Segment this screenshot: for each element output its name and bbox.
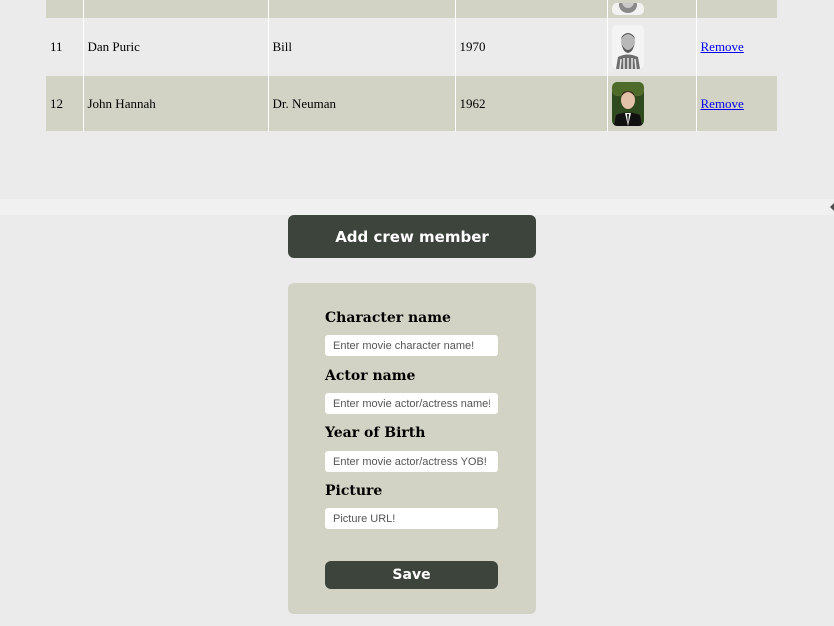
scroll-right-arrow-icon[interactable] [830, 203, 834, 211]
cell-remove: Remove [696, 76, 777, 131]
actor-photo [611, 3, 644, 15]
add-crew-member-button[interactable]: Add crew member [288, 215, 536, 258]
cell-remove: Remove [696, 18, 777, 76]
cell-id: 12 [46, 76, 84, 131]
cell-actor: Dan Puric [83, 18, 269, 76]
actor-photo [611, 81, 644, 126]
cell-picture [607, 18, 697, 76]
cell-remove [696, 0, 777, 18]
year-of-birth-input[interactable] [325, 451, 498, 472]
character-name-input[interactable] [325, 335, 498, 356]
cell-id [46, 0, 84, 18]
cell-character [268, 0, 456, 18]
table-row [46, 0, 777, 18]
cell-year: 1970 [455, 18, 608, 76]
remove-link[interactable]: Remove [701, 39, 744, 54]
save-button[interactable]: Save [325, 561, 498, 589]
actor-name-input[interactable] [325, 393, 498, 414]
table-row: 12 John Hannah Dr. Neuman 1962 Remove [46, 76, 777, 131]
cell-actor [83, 0, 269, 18]
table-row: 11 Dan Puric Bill 1970 Remove [46, 18, 777, 76]
crew-table: 11 Dan Puric Bill 1970 Remove 12 John Ha [46, 0, 777, 131]
year-of-birth-label: Year of Birth [325, 425, 426, 441]
actor-name-label: Actor name [325, 368, 416, 384]
cell-id: 11 [46, 18, 84, 76]
add-crew-form: Character name Actor name Year of Birth … [288, 283, 536, 614]
actor-photo [611, 25, 644, 69]
cell-year: 1962 [455, 76, 608, 131]
cell-picture [607, 76, 697, 131]
cell-year [455, 0, 608, 18]
picture-label: Picture [325, 483, 383, 499]
cell-picture [607, 0, 697, 18]
crew-table-container: 11 Dan Puric Bill 1970 Remove 12 John Ha [46, 0, 777, 131]
character-name-label: Character name [325, 310, 451, 326]
cell-character: Dr. Neuman [268, 76, 456, 131]
horizontal-scrollbar[interactable] [0, 199, 834, 215]
cell-character: Bill [268, 18, 456, 76]
cell-actor: John Hannah [83, 76, 269, 131]
picture-url-input[interactable] [325, 508, 498, 529]
remove-link[interactable]: Remove [701, 96, 744, 111]
